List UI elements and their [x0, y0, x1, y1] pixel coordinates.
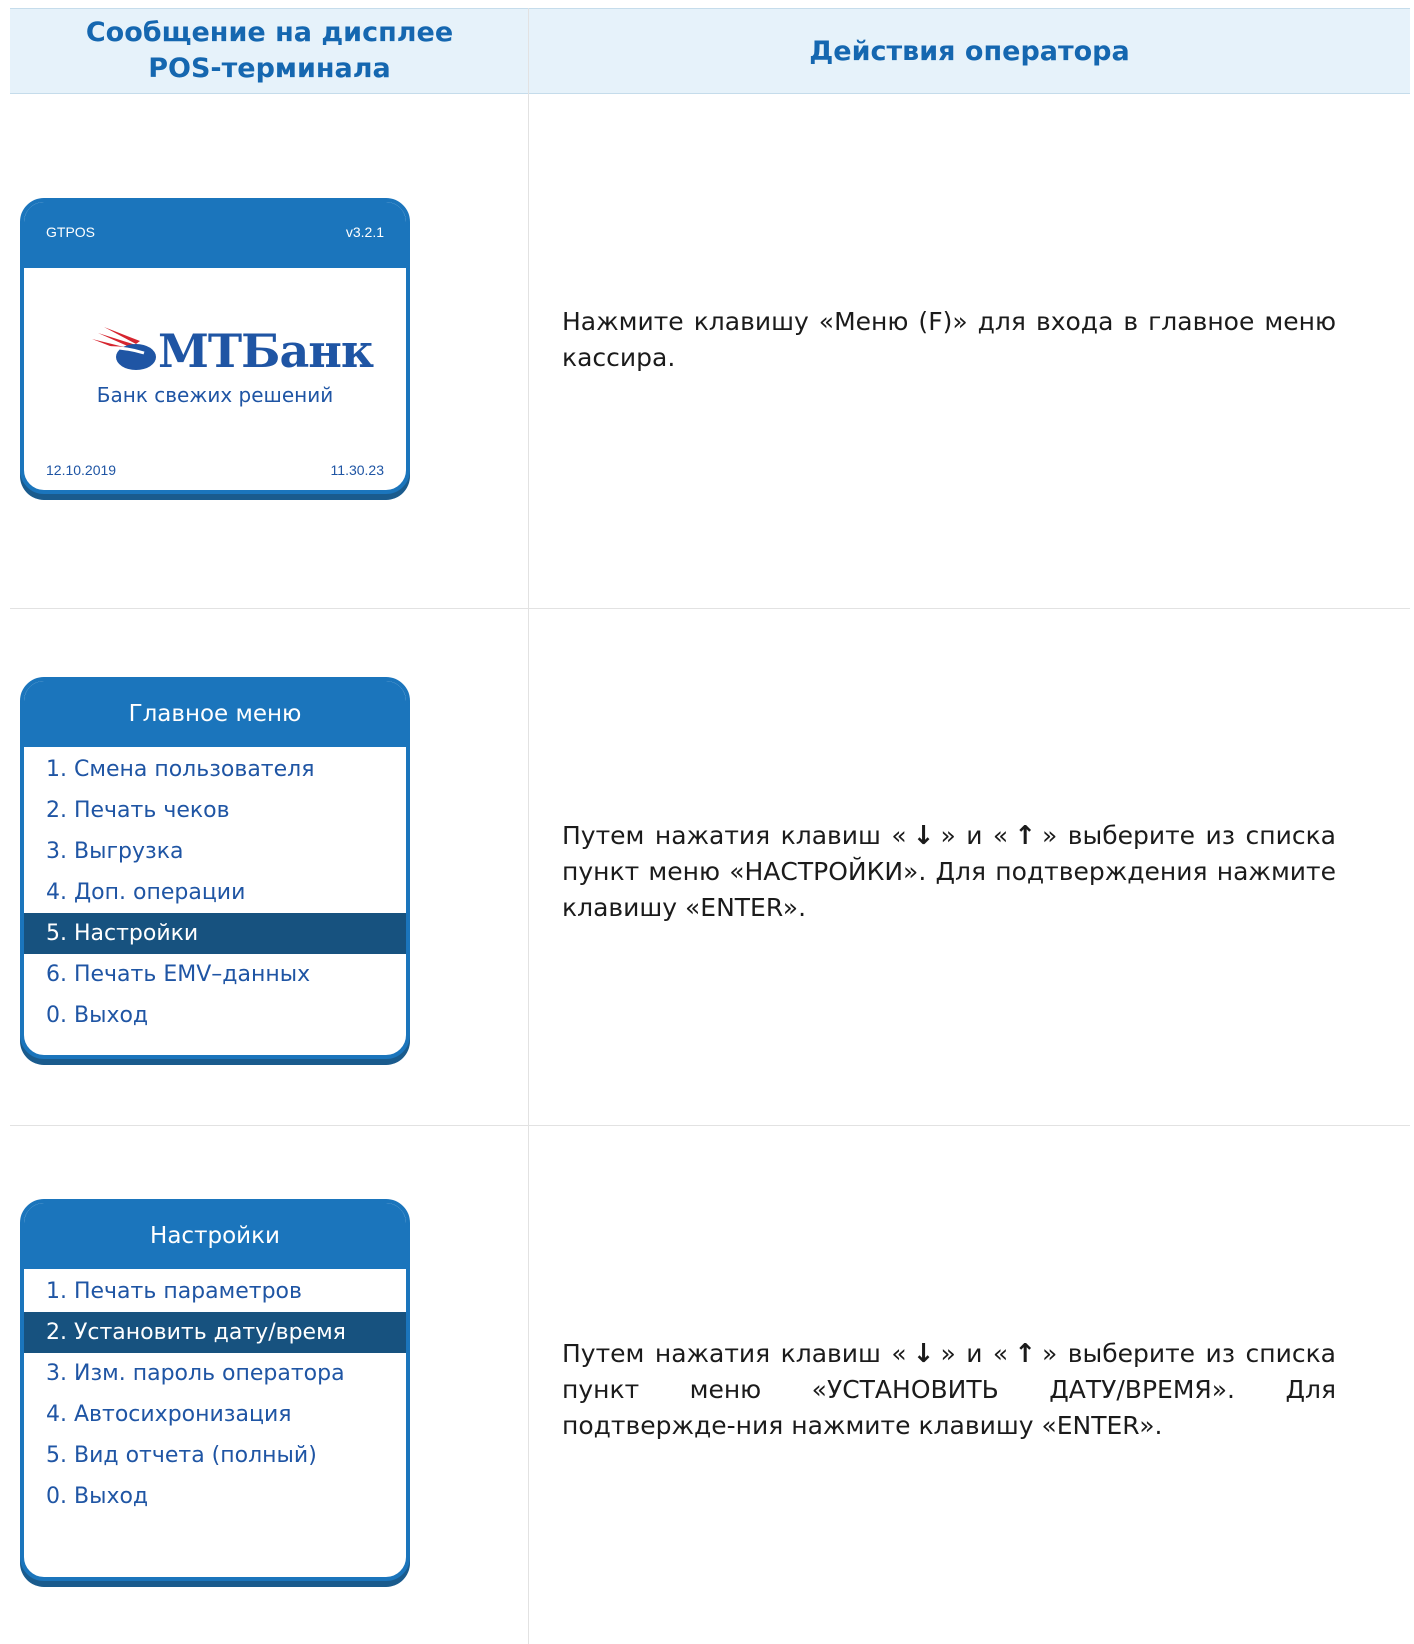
header-display-line1: Сообщение на дисплее — [85, 17, 454, 48]
pos-screen-main-menu: Главное меню 1. Смена пользователя 2. Пе… — [20, 677, 410, 1059]
menu-item-selected[interactable]: 2. Установить дату/время — [24, 1312, 406, 1353]
logo-emblem-icon — [92, 327, 156, 370]
menu-item[interactable]: 6. Печать EMV–данных — [24, 954, 406, 995]
screen-footer: 12.10.2019 11.30.23 — [46, 462, 384, 478]
menu-item-selected[interactable]: 5. Настройки — [24, 913, 406, 954]
menu-list: 1. Смена пользователя 2. Печать чеков 3.… — [24, 747, 406, 1036]
app-version: v3.2.1 — [345, 224, 384, 240]
arrow-up-icon: ↑ — [1014, 1339, 1036, 1369]
menu-item[interactable]: 1. Смена пользователя — [24, 749, 406, 790]
header-display-column: Сообщение на дисплее POS-терминала — [10, 9, 529, 93]
screen-status-bar: GTPOS v3.2.1 — [24, 202, 406, 268]
screen-title: Настройки — [24, 1203, 406, 1269]
arrow-down-icon: ↓ — [912, 1339, 935, 1369]
pos-screen-idle: GTPOS v3.2.1 МТБанк Банк свежих решений … — [20, 198, 410, 494]
menu-item[interactable]: 3. Изм. пароль оператора — [24, 1353, 406, 1394]
arrow-down-icon: ↓ — [912, 821, 935, 851]
menu-item[interactable]: 1. Печать параметров — [24, 1271, 406, 1312]
screen-title: Главное меню — [24, 681, 406, 747]
step3-part-b: » и « — [940, 1339, 1009, 1368]
step2-part-a: Путем нажатия клавиш « — [562, 821, 907, 850]
step3-part-a: Путем нажатия клавиш « — [562, 1339, 907, 1368]
menu-item[interactable]: 0. Выход — [24, 1476, 406, 1517]
menu-item[interactable]: 4. Автосихронизация — [24, 1394, 406, 1435]
menu-item[interactable]: 2. Печать чеков — [24, 790, 406, 831]
menu-item[interactable]: 0. Выход — [24, 995, 406, 1036]
pos-screen-settings: Настройки 1. Печать параметров 2. Устано… — [20, 1199, 410, 1581]
arrow-up-icon: ↑ — [1014, 821, 1036, 851]
column-divider — [528, 8, 529, 1644]
menu-item[interactable]: 3. Выгрузка — [24, 831, 406, 872]
menu-list: 1. Печать параметров 2. Установить дату/… — [24, 1269, 406, 1517]
screen-time: 11.30.23 — [330, 462, 384, 478]
row-divider — [10, 1125, 1410, 1126]
action-step2: Путем нажатия клавиш «↓» и «↑» выберите … — [562, 818, 1336, 926]
screen-date: 12.10.2019 — [46, 462, 117, 478]
header-actions-column: Действия оператора — [809, 35, 1130, 67]
logo-area: МТБанк Банк свежих решений — [24, 268, 406, 458]
row-divider — [10, 608, 1410, 609]
header-display-line2: POS-терминала — [148, 53, 391, 84]
bank-logo-text: МТБанк — [158, 324, 374, 378]
table-header: Сообщение на дисплее POS-терминала Дейст… — [10, 8, 1410, 94]
app-name: GTPOS — [46, 224, 96, 240]
bank-slogan: Банк свежих решений — [96, 383, 334, 407]
step2-part-b: » и « — [940, 821, 1009, 850]
action-step3: Путем нажатия клавиш «↓» и «↑» выберите … — [562, 1336, 1336, 1444]
menu-item[interactable]: 5. Вид отчета (полный) — [24, 1435, 406, 1476]
menu-item[interactable]: 4. Доп. операции — [24, 872, 406, 913]
action-step1: Нажмите клавишу «Меню (F)» для входа в г… — [562, 307, 1336, 372]
